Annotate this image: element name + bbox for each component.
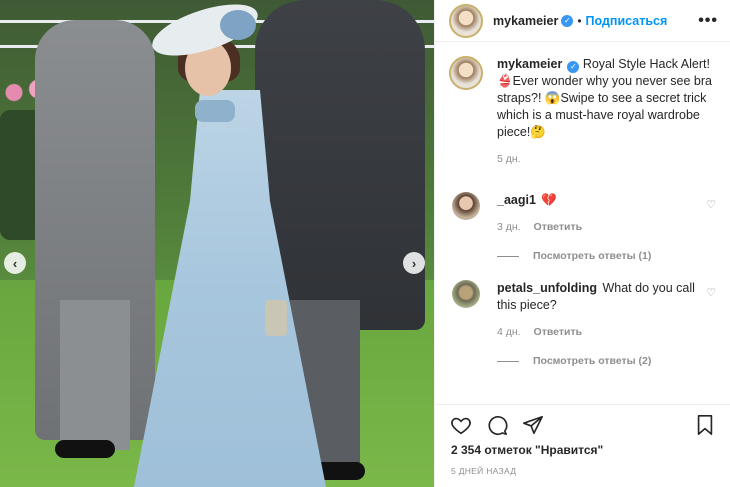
comment-username[interactable]: petals_unfolding (497, 281, 597, 295)
share-icon (523, 415, 543, 434)
comment-meta: 3 дн. Ответить (497, 219, 698, 236)
view-replies-label: Посмотреть ответы (1) (533, 250, 652, 262)
comment-username[interactable]: _aagi1 (497, 193, 536, 207)
like-button[interactable] (447, 411, 475, 439)
post-photo[interactable]: ‹ › (0, 0, 434, 487)
save-button[interactable] (691, 411, 719, 439)
avatar[interactable] (452, 280, 480, 308)
post-actions (435, 404, 730, 444)
caption-body: mykameier ✓ Royal Style Hack Alert! 👙Ever… (497, 56, 716, 168)
comment-time[interactable]: 3 дн. (497, 221, 521, 233)
post-date[interactable]: 5 ДНЕЙ НАЗАД (451, 466, 516, 476)
figure-clutch (265, 300, 287, 336)
comment-icon (488, 415, 508, 435)
likes-count[interactable]: 2 354 отметок "Нравится" (451, 443, 603, 457)
caption: mykameier ✓ Royal Style Hack Alert! 👙Ever… (449, 56, 716, 168)
verified-badge-icon: ✓ (567, 61, 580, 73)
view-replies-button[interactable]: Посмотреть ответы (2) (497, 355, 716, 367)
carousel-next-button[interactable]: › (403, 252, 425, 274)
comments-list[interactable]: mykameier ✓ Royal Style Hack Alert! 👙Ever… (435, 42, 730, 402)
list-item: petals_unfolding What do you call this p… (449, 280, 716, 341)
bookmark-icon (697, 414, 713, 435)
caption-time[interactable]: 5 дн. (497, 153, 521, 165)
carousel-prev-button[interactable]: ‹ (4, 252, 26, 274)
comment-button[interactable] (483, 411, 511, 439)
chevron-left-icon: ‹ (12, 255, 18, 271)
share-button[interactable] (519, 411, 547, 439)
list-item: _aagi1 💔 3 дн. Ответить ♡ (449, 192, 716, 236)
header-separator: • (577, 13, 582, 28)
post-header-info: mykameier ✓ • Подписаться (493, 14, 667, 28)
verified-badge-icon: ✓ (561, 14, 574, 27)
more-options-icon[interactable]: ••• (698, 12, 718, 30)
comment-body: petals_unfolding What do you call this p… (497, 280, 698, 341)
view-replies-label: Посмотреть ответы (2) (533, 355, 652, 367)
post-side-panel: mykameier ✓ • Подписаться ••• mykameier ✓… (434, 0, 730, 487)
figure-man-left-legs (60, 300, 130, 450)
heart-icon (451, 417, 471, 434)
caption-meta: 5 дн. (497, 151, 716, 168)
figure-bow (195, 100, 235, 122)
comment-body: _aagi1 💔 3 дн. Ответить (497, 192, 698, 236)
comment-text: 💔 (541, 193, 557, 207)
heart-icon[interactable]: ♡ (706, 286, 716, 299)
divider (497, 255, 519, 257)
reply-button[interactable]: Ответить (534, 221, 583, 233)
heart-icon[interactable]: ♡ (706, 198, 716, 211)
post-header: mykameier ✓ • Подписаться ••• (435, 0, 730, 42)
chevron-right-icon: › (411, 255, 417, 271)
avatar[interactable] (449, 56, 483, 90)
comment-meta: 4 дн. Ответить (497, 324, 698, 341)
avatar[interactable] (452, 192, 480, 220)
view-replies-button[interactable]: Посмотреть ответы (1) (497, 250, 716, 262)
figure-hat-flower (220, 10, 256, 40)
follow-button[interactable]: Подписаться (586, 14, 668, 28)
caption-username[interactable]: mykameier (497, 57, 562, 71)
figure-shoe (55, 440, 115, 458)
avatar[interactable] (449, 3, 483, 38)
comment-time[interactable]: 4 дн. (497, 326, 521, 338)
author-username[interactable]: mykameier (493, 14, 558, 28)
divider (497, 360, 519, 362)
reply-button[interactable]: Ответить (534, 326, 583, 338)
